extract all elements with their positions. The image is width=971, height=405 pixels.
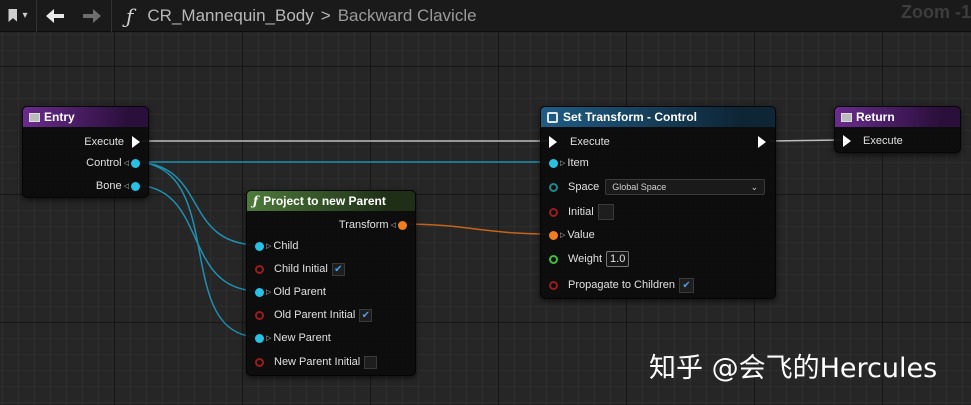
pin-arrow-icon: ▷	[266, 243, 272, 250]
struct-pin-icon[interactable]	[255, 287, 264, 297]
struct-pin-icon[interactable]	[549, 158, 558, 168]
project-new-parent-initial-label: New Parent Initial	[274, 356, 361, 368]
entry-control-label: Control	[86, 157, 122, 169]
return-execute-label: Execute	[863, 135, 903, 147]
entry-node-header[interactable]: Entry	[23, 107, 148, 127]
bool-pin-icon[interactable]	[255, 264, 264, 274]
exec-pin-icon[interactable]	[132, 136, 140, 148]
enum-pin-icon[interactable]	[549, 182, 558, 192]
entry-bone-pin[interactable]: Bone ◁	[96, 177, 140, 195]
function-entry-icon	[29, 112, 40, 122]
function-return-icon	[841, 112, 852, 122]
struct-pin-icon[interactable]	[255, 333, 264, 343]
pin-arrow-icon: ▷	[266, 335, 272, 342]
pin-arrow-icon: ◁	[123, 183, 129, 190]
bone-to-old-parent-wire	[132, 184, 260, 292]
pin-arrow-icon: ▷	[560, 232, 566, 239]
project-old-parent-label: Old Parent	[273, 286, 326, 298]
project-node-title: Project to new Parent	[263, 194, 386, 208]
entry-bone-label: Bone	[95, 180, 122, 192]
project-old-parent-initial-pin[interactable]: Old Parent Initial ✔	[255, 306, 373, 324]
set-transform-weight-label: Weight	[568, 253, 603, 265]
return-node-header[interactable]: Return	[835, 107, 960, 127]
struct-pin-icon[interactable]	[131, 181, 140, 191]
pin-arrow-icon: ▷	[560, 160, 566, 167]
entry-execute-pin[interactable]: Execute	[84, 133, 140, 151]
propagate-checkbox[interactable]: ✔	[679, 277, 695, 293]
entry-node-title: Entry	[44, 110, 75, 124]
exec-pin-icon[interactable]	[549, 136, 557, 148]
set-transform-node-title: Set Transform - Control	[563, 110, 698, 124]
rig-unit-icon	[547, 111, 558, 123]
chevron-down-icon: ⌄	[750, 181, 759, 192]
set-transform-space-pin[interactable]: Space Global Space ⌄	[549, 178, 766, 196]
watermark: 知乎 @会飞的Hercules	[649, 353, 938, 384]
struct-pin-icon[interactable]	[255, 241, 264, 251]
set-transform-control-node[interactable]: Set Transform - Control Execute ▷ Item S…	[540, 106, 776, 299]
exec-wire-return	[769, 139, 843, 142]
return-node-title: Return	[856, 110, 895, 124]
float-pin-icon[interactable]	[549, 254, 558, 264]
initial-checkbox[interactable]	[597, 204, 614, 220]
set-transform-weight-pin[interactable]: Weight 1.0	[549, 250, 630, 268]
exec-pin-icon[interactable]	[843, 135, 851, 147]
project-old-parent-pin[interactable]: ▷ Old Parent	[255, 283, 326, 301]
project-transform-pin[interactable]: Transform ◁	[339, 216, 407, 234]
space-dropdown-value: Global Space	[612, 182, 667, 192]
entry-execute-label: Execute	[84, 136, 124, 148]
set-transform-execute-in-pin[interactable]: Execute	[549, 133, 610, 151]
old-parent-initial-checkbox[interactable]: ✔	[359, 308, 373, 322]
exec-out-pin-icon[interactable]	[758, 136, 766, 148]
transform-to-value-wire	[400, 223, 553, 235]
entry-control-pin[interactable]: Control ◁	[86, 154, 140, 172]
project-old-parent-initial-label: Old Parent Initial	[274, 309, 356, 321]
set-transform-initial-label: Initial	[568, 206, 594, 218]
bool-pin-icon[interactable]	[549, 207, 558, 217]
set-transform-value-label: Value	[567, 229, 595, 241]
transform-pin-icon[interactable]	[398, 220, 407, 230]
set-transform-execute-label: Execute	[570, 136, 610, 148]
project-transform-label: Transform	[338, 219, 389, 231]
set-transform-space-label: Space	[568, 181, 600, 193]
entry-node[interactable]: Entry Execute Control ◁ Bone ◁	[22, 106, 149, 198]
pin-arrow-icon: ◁	[390, 222, 396, 229]
space-dropdown[interactable]: Global Space ⌄	[605, 179, 766, 195]
set-transform-item-pin[interactable]: ▷ Item	[549, 154, 589, 172]
set-transform-initial-pin[interactable]: Initial	[549, 203, 614, 221]
project-child-label: Child	[273, 240, 299, 252]
new-parent-initial-checkbox[interactable]	[364, 355, 378, 369]
pin-arrow-icon: ▷	[266, 289, 272, 296]
wires-layer	[132, 139, 843, 338]
set-transform-propagate-label: Propagate to Children	[568, 279, 676, 291]
project-child-initial-pin[interactable]: Child Initial ✔	[255, 260, 345, 278]
struct-pin-icon[interactable]	[131, 158, 140, 168]
project-child-initial-label: Child Initial	[274, 263, 328, 275]
set-transform-item-label: Item	[567, 157, 589, 169]
project-child-pin[interactable]: ▷ Child	[255, 237, 298, 255]
child-initial-checkbox[interactable]: ✔	[331, 262, 345, 276]
bool-pin-icon[interactable]	[255, 310, 264, 320]
return-execute-pin[interactable]: Execute	[843, 132, 903, 150]
project-node-header[interactable]: ƒ Project to new Parent	[247, 191, 415, 211]
bool-pin-icon[interactable]	[549, 280, 558, 290]
set-transform-node-header[interactable]: Set Transform - Control	[541, 107, 775, 127]
project-new-parent-pin[interactable]: ▷ New Parent	[255, 329, 331, 347]
pin-arrow-icon: ◁	[123, 160, 129, 167]
project-new-parent-label: New Parent	[273, 332, 331, 344]
bool-pin-icon[interactable]	[255, 357, 264, 367]
set-transform-value-pin[interactable]: ▷ Value	[549, 226, 595, 244]
return-node[interactable]: Return Execute	[834, 106, 961, 153]
project-new-parent-initial-pin[interactable]: New Parent Initial	[255, 353, 378, 371]
function-icon: ƒ	[253, 194, 259, 208]
project-to-new-parent-node[interactable]: ƒ Project to new Parent Transform ◁ ▷ Ch…	[246, 190, 416, 376]
set-transform-propagate-pin[interactable]: Propagate to Children ✔	[549, 276, 695, 294]
weight-input[interactable]: 1.0	[606, 251, 630, 267]
transform-pin-icon[interactable]	[549, 230, 558, 240]
